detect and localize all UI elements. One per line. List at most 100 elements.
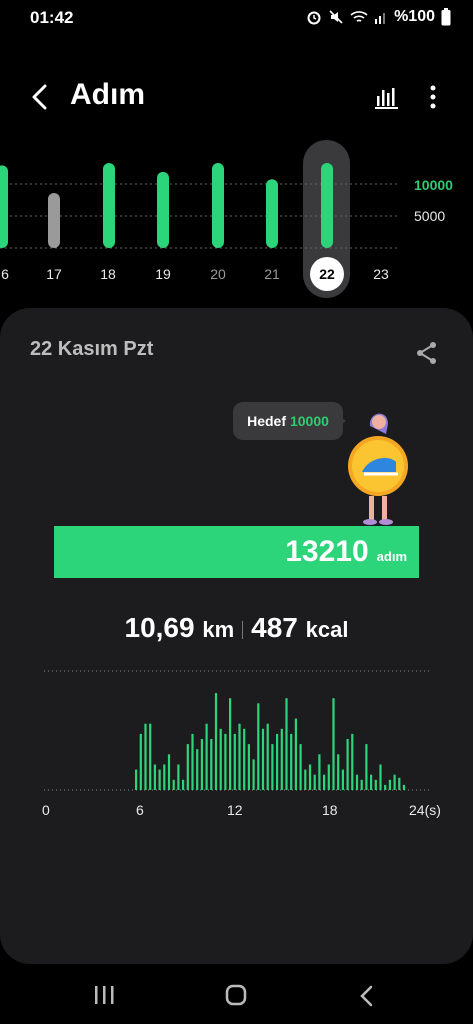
hourly-bar <box>243 728 246 790</box>
day-label-23[interactable]: 23 <box>366 266 396 282</box>
hourly-bar <box>177 764 180 790</box>
hourly-bar <box>182 779 185 790</box>
hourly-bar <box>384 784 387 790</box>
day-label-20[interactable]: 20 <box>203 266 233 282</box>
mute-icon <box>329 10 343 24</box>
hourly-bar <box>247 744 250 790</box>
distance-value: 10,69 <box>124 612 195 643</box>
hourly-bar <box>388 779 391 790</box>
weekly-steps-chart[interactable] <box>0 138 473 298</box>
back-icon[interactable] <box>26 80 56 114</box>
hourly-bar <box>299 744 302 790</box>
hourly-bar <box>139 733 142 790</box>
day-label-16[interactable]: 6 <box>0 266 20 282</box>
goal-prefix: Hedef <box>247 413 286 429</box>
hourly-bar <box>294 718 297 790</box>
hourly-bar <box>144 723 147 790</box>
hourly-bar <box>163 764 166 790</box>
bar-chart-icon[interactable] <box>374 84 400 110</box>
steps-unit: adım <box>376 548 407 564</box>
hourly-bar <box>393 774 396 790</box>
goal-value: 10000 <box>289 413 329 429</box>
hourly-bar <box>149 723 152 790</box>
day-label-19[interactable]: 19 <box>148 266 178 282</box>
week-bar-20[interactable] <box>212 163 224 248</box>
wifi-icon <box>350 11 368 22</box>
hourly-bar <box>167 754 171 790</box>
hourly-bar <box>229 698 232 790</box>
day-label-22-selected[interactable]: 22 <box>310 257 344 291</box>
hourly-bar <box>402 784 406 790</box>
hour-label-12: 12 <box>227 802 243 818</box>
hourly-bar <box>360 779 363 790</box>
steps-progress-bar: 13210 adım <box>54 526 419 578</box>
hourly-bar <box>341 769 344 790</box>
hourly-bar <box>370 774 373 790</box>
hourly-bar <box>327 764 330 790</box>
hourly-bar <box>233 733 236 790</box>
hourly-bar <box>346 739 349 790</box>
hourly-bar <box>224 733 227 790</box>
hourly-bar <box>210 739 213 790</box>
hourly-bar <box>266 723 269 790</box>
steps-count: 13210 <box>285 535 369 568</box>
hourly-bar <box>318 754 321 790</box>
card-date: 22 Kasım Pzt <box>30 338 154 360</box>
hourly-bar <box>313 774 316 790</box>
signal-icon <box>375 13 386 24</box>
hourly-bar <box>280 728 283 790</box>
battery-level: %100 <box>394 8 435 25</box>
hourly-bar <box>205 723 208 790</box>
recent-apps-icon[interactable] <box>93 985 115 1005</box>
hourly-bar <box>355 774 359 790</box>
hourly-bar <box>323 774 326 790</box>
hourly-bar <box>238 723 241 790</box>
hourly-bar <box>261 728 265 790</box>
day-label-17[interactable]: 17 <box>39 266 69 282</box>
hourly-bar <box>158 769 161 790</box>
hourly-bar <box>214 693 218 790</box>
hourly-bar <box>200 739 203 790</box>
hourly-bar <box>332 698 335 790</box>
more-options-icon[interactable] <box>424 84 442 110</box>
hourly-bar <box>285 698 288 790</box>
hourly-bar <box>304 769 307 790</box>
hourly-bar <box>135 769 138 790</box>
hourly-bar <box>276 733 279 790</box>
goal-line-label-5000: 5000 <box>414 208 446 224</box>
day-label-18[interactable]: 18 <box>93 266 123 282</box>
hourly-bar <box>379 764 382 790</box>
status-icons: %100 <box>306 8 451 26</box>
week-bar-17[interactable] <box>48 192 60 248</box>
hour-label-0: 0 <box>42 802 50 818</box>
hourly-bar <box>351 733 354 790</box>
week-bar-22[interactable] <box>321 163 333 248</box>
hourly-bar <box>374 779 377 790</box>
goal-bubble: Hedef 10000 <box>233 402 343 440</box>
hour-label-6: 6 <box>136 802 144 818</box>
page-title: Adım <box>70 78 145 111</box>
hour-label-24: 24(s) <box>409 802 441 818</box>
share-icon[interactable] <box>414 340 440 366</box>
hourly-bar <box>252 759 255 790</box>
week-bar-19[interactable] <box>157 171 169 248</box>
status-time: 01:42 <box>30 8 74 27</box>
hour-label-18: 18 <box>322 802 338 818</box>
home-icon[interactable] <box>224 983 248 1007</box>
hourly-bar <box>186 744 189 790</box>
goal-line-label-10000: 10000 <box>414 177 453 193</box>
hourly-bar <box>191 733 194 790</box>
hourly-bar <box>153 764 156 790</box>
day-label-21[interactable]: 21 <box>257 266 287 282</box>
mascot-illustration <box>348 413 408 525</box>
week-bar-16[interactable] <box>0 165 8 248</box>
hourly-bar <box>271 744 274 790</box>
hourly-bar <box>257 703 260 790</box>
nav-back-icon[interactable] <box>358 984 376 1008</box>
hourly-bar <box>196 749 199 790</box>
metrics-divider <box>242 620 244 639</box>
week-bar-21[interactable] <box>266 179 278 248</box>
hourly-bar <box>219 728 222 790</box>
alarm-icon <box>307 11 321 25</box>
week-bar-18[interactable] <box>103 163 115 248</box>
